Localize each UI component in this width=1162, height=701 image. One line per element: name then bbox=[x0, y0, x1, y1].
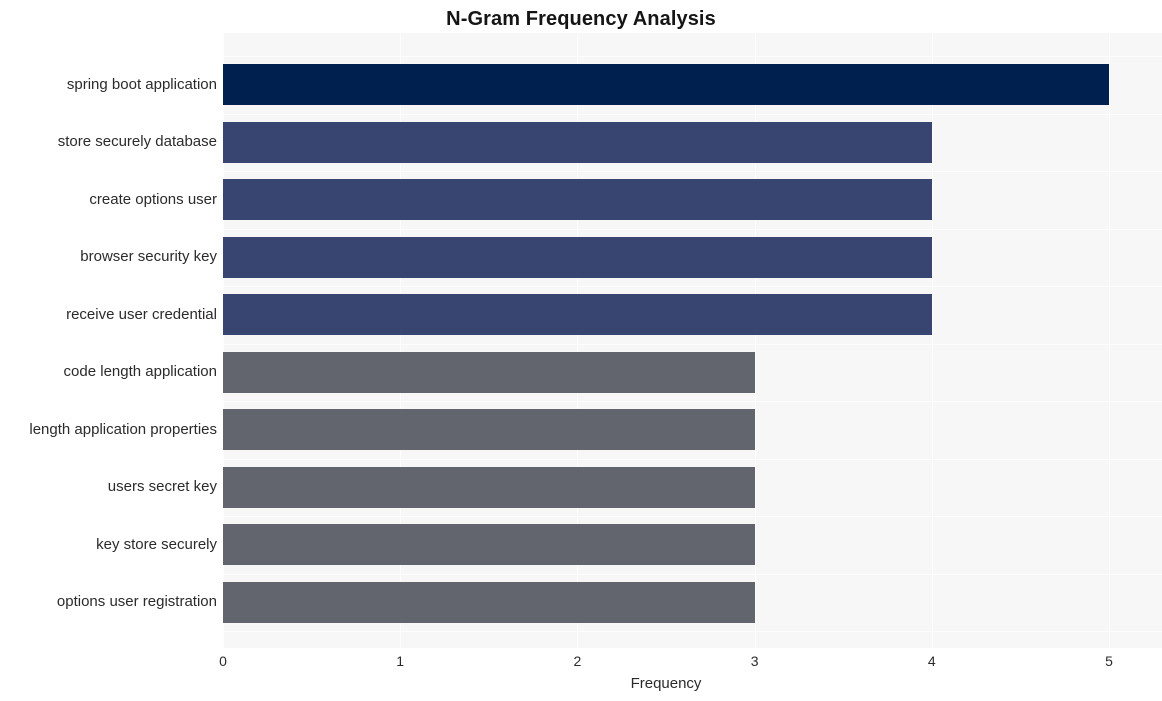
bar[interactable] bbox=[223, 581, 755, 623]
bar[interactable] bbox=[223, 179, 932, 220]
gridline-horizontal bbox=[223, 401, 1162, 402]
x-axis-tick: 2 bbox=[573, 653, 582, 669]
gridline-horizontal bbox=[223, 516, 1162, 517]
plot-area bbox=[223, 33, 1162, 648]
gridline-horizontal bbox=[223, 56, 1162, 57]
bar[interactable] bbox=[223, 236, 932, 278]
x-axis-tick: 0 bbox=[219, 653, 227, 669]
y-axis-label: receive user credential bbox=[66, 305, 217, 323]
y-axis-label: users secret key bbox=[107, 478, 217, 495]
y-axis-label: store securely database bbox=[57, 133, 217, 150]
bar[interactable] bbox=[223, 409, 755, 450]
x-axis-tick: 4 bbox=[927, 653, 936, 669]
x-axis-tick-labels: 0 1 2 3 4 5 bbox=[0, 651, 1162, 673]
gridline-horizontal bbox=[223, 228, 1162, 230]
y-axis-category-labels: spring boot application store securely da… bbox=[0, 33, 217, 648]
x-axis-tick: 3 bbox=[750, 653, 759, 669]
x-axis-title: Frequency bbox=[630, 675, 702, 692]
bar[interactable] bbox=[223, 351, 755, 393]
y-axis-label: key store securely bbox=[96, 535, 217, 553]
ngram-frequency-chart: N-Gram Frequency Analysis spring boot ap… bbox=[0, 0, 1162, 701]
y-axis-label: create options user bbox=[89, 190, 217, 208]
y-axis-label: code length application bbox=[63, 363, 217, 380]
y-axis-label: options user registration bbox=[56, 593, 217, 610]
gridline-horizontal bbox=[223, 631, 1162, 632]
gridline-vertical bbox=[1109, 33, 1110, 648]
gridline-horizontal bbox=[223, 458, 1162, 460]
x-axis-tick: 5 bbox=[1105, 653, 1113, 669]
gridline-vertical bbox=[931, 33, 933, 648]
y-axis-label: length application properties bbox=[29, 420, 217, 438]
gridline-horizontal bbox=[223, 343, 1162, 345]
bar[interactable] bbox=[223, 64, 1109, 105]
gridline-horizontal bbox=[223, 113, 1162, 115]
gridline-horizontal bbox=[223, 573, 1162, 575]
gridline-horizontal bbox=[223, 171, 1162, 172]
y-axis-label: spring boot application bbox=[66, 75, 217, 93]
bar[interactable] bbox=[223, 466, 755, 508]
x-axis-tick: 1 bbox=[396, 653, 405, 669]
bar[interactable] bbox=[223, 294, 932, 335]
bar[interactable] bbox=[223, 121, 932, 163]
gridline-horizontal bbox=[223, 286, 1162, 287]
bar[interactable] bbox=[223, 524, 755, 565]
y-axis-label: browser security key bbox=[80, 248, 217, 265]
chart-title: N-Gram Frequency Analysis bbox=[446, 8, 716, 30]
